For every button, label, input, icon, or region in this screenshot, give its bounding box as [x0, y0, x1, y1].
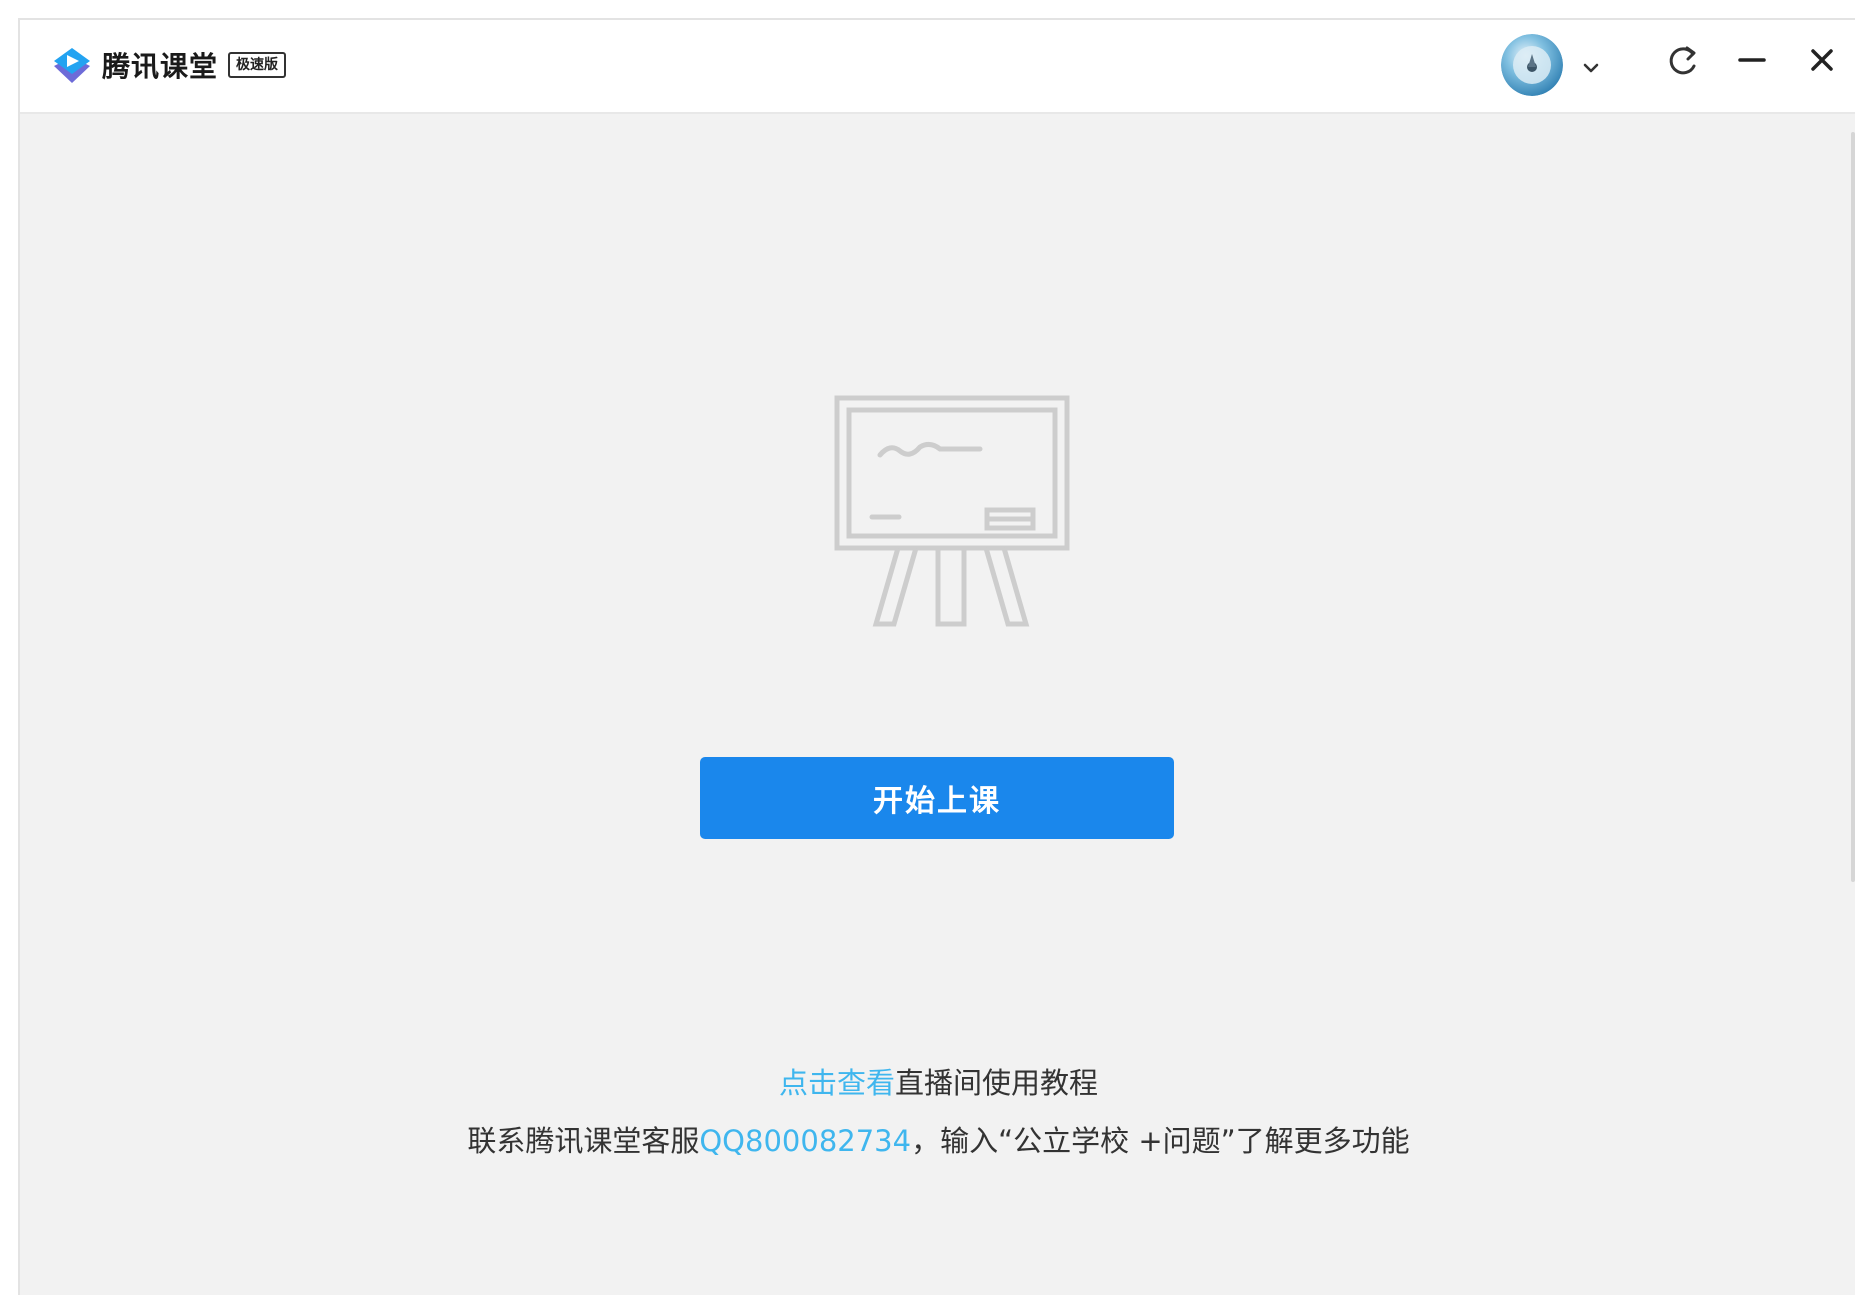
- view-tutorial-link[interactable]: 点击查看: [779, 1066, 895, 1100]
- app-name: 腾讯课堂: [102, 50, 219, 83]
- tutorial-line: 点击查看直播间使用教程: [20, 1060, 1855, 1102]
- scrollbar[interactable]: [1851, 132, 1855, 882]
- app-window: 腾讯课堂 极速版 开始上课 点击查看直播间使用教程 联系腾讯课堂客服QQ8000…: [18, 18, 1855, 1295]
- title-bar: 腾讯课堂 极速版: [20, 20, 1855, 114]
- contact-line: 联系腾讯课堂客服QQ800082734，输入“公立学校 +问题”了解更多功能: [20, 1118, 1855, 1160]
- chevron-down-icon[interactable]: [1578, 55, 1604, 81]
- minimize-icon[interactable]: [1732, 40, 1772, 80]
- brand: 腾讯课堂 极速版: [50, 43, 287, 87]
- contact-suffix: ，输入“公立学校 +问题”了解更多功能: [911, 1124, 1410, 1158]
- qq-support-link[interactable]: QQ800082734: [699, 1124, 911, 1158]
- close-icon[interactable]: [1802, 40, 1842, 80]
- edition-badge: 极速版: [228, 52, 287, 78]
- start-class-button[interactable]: 开始上课: [700, 757, 1174, 839]
- tencent-classroom-logo: [54, 48, 90, 83]
- tutorial-text: 直播间使用教程: [895, 1066, 1099, 1100]
- refresh-icon[interactable]: [1663, 40, 1703, 80]
- avatar-image: [1501, 34, 1563, 96]
- blackboard-easel-icon: [832, 393, 1072, 631]
- user-avatar[interactable]: [1501, 34, 1563, 96]
- contact-prefix: 联系腾讯课堂客服: [467, 1124, 700, 1158]
